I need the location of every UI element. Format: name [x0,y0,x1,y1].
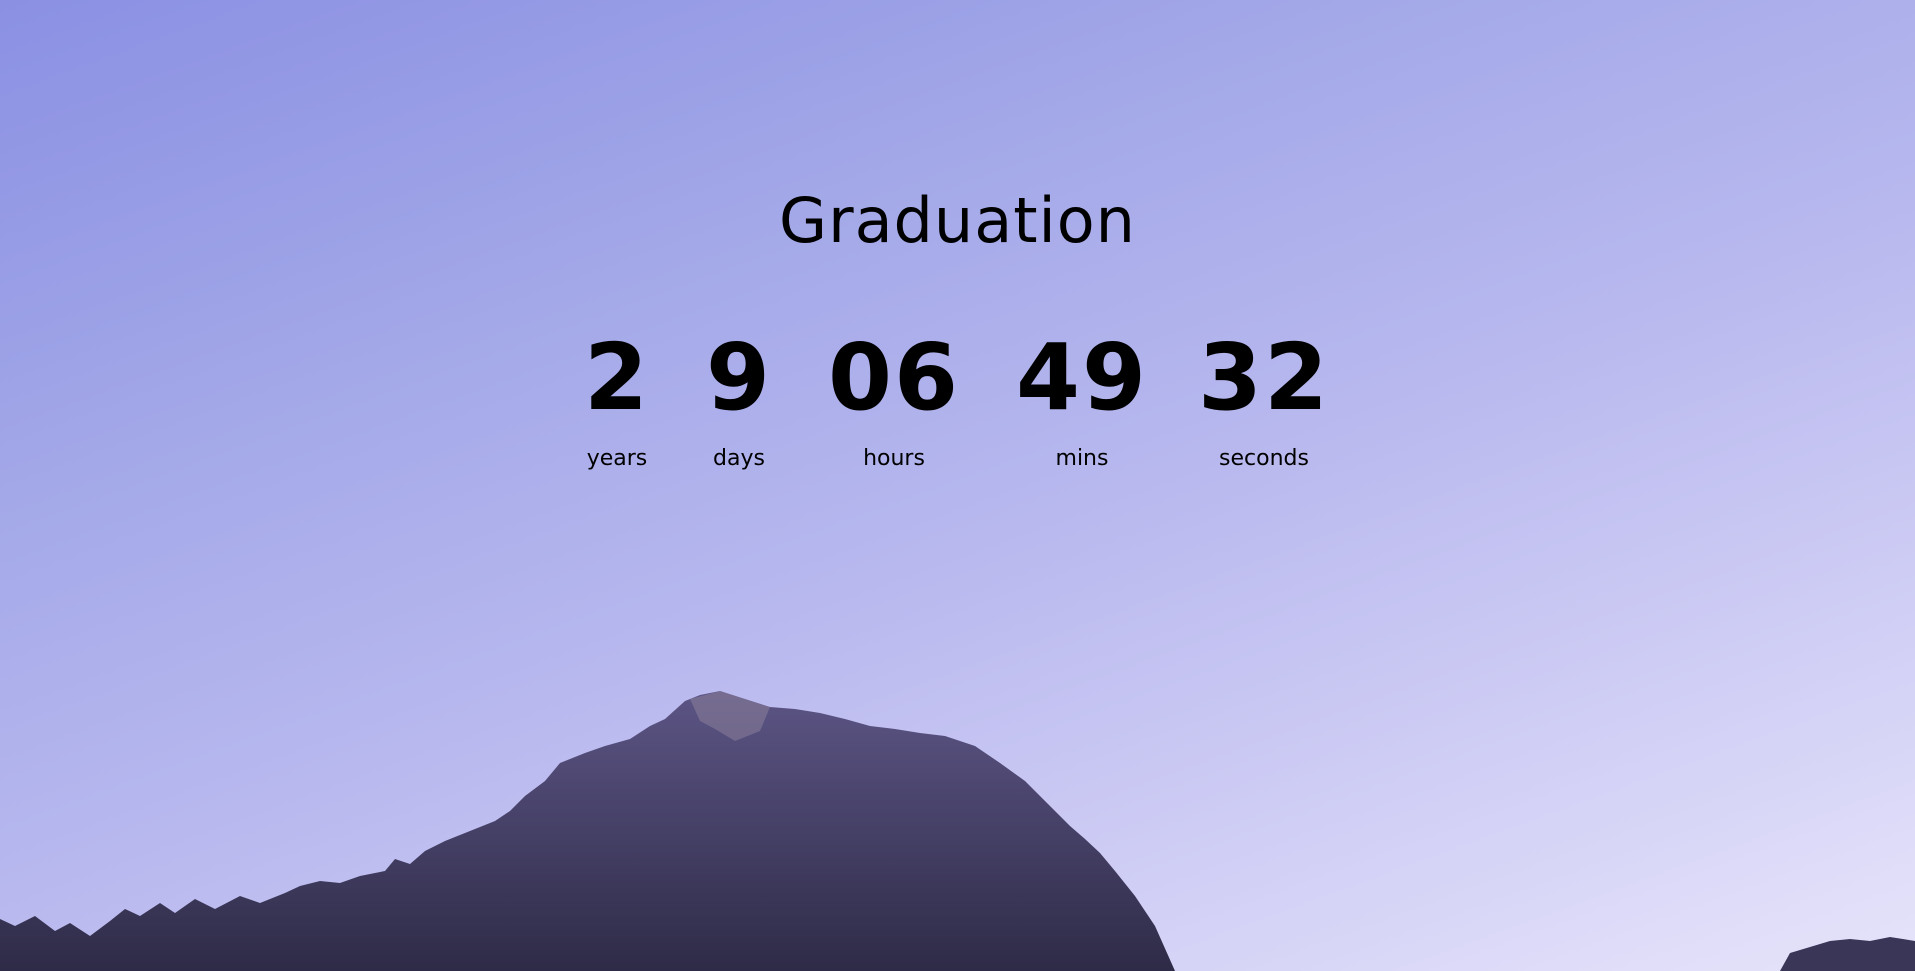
countdown-days: 9 days [706,332,772,470]
years-value: 2 [583,324,651,431]
mins-value: 49 [1015,324,1149,431]
hours-value: 06 [827,324,961,431]
days-label: days [713,446,765,471]
hours-label: hours [863,446,925,471]
years-label: years [586,446,648,471]
event-title: Graduation [779,184,1136,257]
countdown-seconds: 32 seconds [1198,332,1330,470]
mountain-background [0,691,1915,971]
countdown-years: 2 years [584,332,650,470]
countdown-hours: 06 hours [828,332,960,470]
seconds-label: seconds [1219,446,1309,471]
countdown-mins: 49 mins [1016,332,1148,470]
seconds-value: 32 [1197,324,1331,431]
days-value: 9 [705,324,773,431]
countdown-page: { "event": { "title": "Graduation" }, "c… [0,0,1915,971]
mins-label: mins [1055,446,1109,471]
